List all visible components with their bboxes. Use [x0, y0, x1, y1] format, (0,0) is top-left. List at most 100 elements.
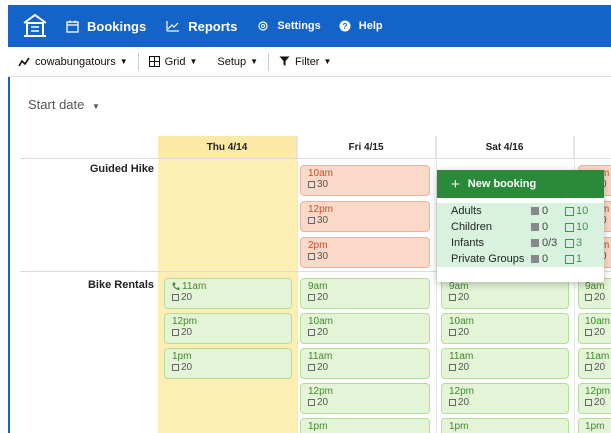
popup-row-infants[interactable]: Infants 0/3 3	[437, 235, 604, 251]
slot-capacity-value: 20	[458, 327, 470, 338]
new-booking-button[interactable]: + New booking	[437, 170, 604, 198]
slot-bike-thu-0[interactable]: 11am 20	[164, 278, 292, 309]
nav-settings[interactable]: Settings	[257, 20, 321, 32]
slot-time: 11am	[308, 351, 333, 362]
slot-bike-sat-0[interactable]: 9am 20	[441, 278, 569, 309]
slot-bike-thu-1[interactable]: 12pm 20	[164, 313, 292, 344]
popup-booked-count: 0	[531, 221, 565, 233]
column-header-fri: Fri 4/15	[297, 136, 436, 158]
setup-label: Setup	[217, 55, 247, 68]
setup-dropdown[interactable]: Setup ▼	[207, 52, 270, 71]
capacity-box-icon	[585, 399, 592, 406]
slot-bike-fri-1[interactable]: 10am 20	[300, 313, 430, 344]
slot-capacity: 20	[308, 362, 422, 373]
popup-row-private-groups[interactable]: Private Groups 0 1	[437, 251, 604, 267]
slot-time: 10am	[585, 316, 611, 327]
slot-capacity-value: 30	[317, 179, 329, 190]
slot-bike-sat-4[interactable]: 1pm	[441, 418, 569, 433]
slot-capacity-value: 20	[594, 327, 606, 338]
popup-booked-value: 0	[542, 205, 549, 217]
row-label-bike-rentals: Bike Rentals	[87, 279, 154, 291]
account-dropdown[interactable]: cowabungatours ▼	[8, 52, 139, 71]
chevron-down-icon: ▼	[92, 102, 100, 111]
slot-bike-sun-1[interactable]: 10am 20	[578, 313, 611, 344]
svg-text:?: ?	[342, 22, 347, 31]
column-divider	[297, 136, 298, 433]
slot-capacity-value: 20	[317, 397, 329, 408]
popup-booked-value: 0	[542, 253, 549, 265]
slot-time: 10am	[449, 316, 475, 327]
slot-hike-fri-0[interactable]: 10am 30	[300, 165, 430, 196]
slot-capacity-value: 30	[317, 215, 329, 226]
capacity-box-icon	[308, 294, 315, 301]
popup-row-label: Children	[451, 221, 492, 233]
capacity-box-icon	[172, 329, 179, 336]
slot-bike-fri-3[interactable]: 12pm 20	[300, 383, 430, 414]
new-booking-popup: + New booking Adults 0 10 Children 0 10 …	[437, 170, 604, 282]
slot-capacity: 20	[172, 327, 284, 338]
chevron-down-icon: ▼	[250, 57, 259, 66]
slot-capacity: 30	[308, 215, 422, 226]
grid-dropdown[interactable]: Grid ▼	[139, 47, 208, 77]
nav-help[interactable]: ? Help	[339, 20, 383, 32]
slot-bike-thu-2[interactable]: 1pm 20	[164, 348, 292, 379]
slot-time-value: 11am	[182, 281, 207, 292]
popup-available-value: 1	[576, 253, 583, 265]
slot-bike-fri-2[interactable]: 11am 20	[300, 348, 430, 379]
filter-icon	[279, 56, 290, 67]
slot-time: 10am	[308, 168, 334, 179]
slot-capacity: 20	[308, 292, 422, 303]
slot-bike-sat-2[interactable]: 11am 20	[441, 348, 569, 379]
trend-icon	[18, 57, 30, 67]
slot-capacity-value: 20	[594, 397, 606, 408]
popup-row-adults[interactable]: Adults 0 10	[437, 203, 604, 219]
gear-icon	[257, 20, 269, 32]
booked-square-icon	[531, 207, 539, 215]
slot-capacity-value: 20	[181, 292, 193, 303]
slot-time: 11am	[585, 351, 610, 362]
app-logo-icon[interactable]	[20, 11, 50, 41]
capacity-box-icon	[308, 329, 315, 336]
popup-row-children[interactable]: Children 0 10	[437, 219, 604, 235]
capacity-box-icon	[449, 329, 456, 336]
available-box-icon	[565, 254, 574, 264]
start-date-dropdown[interactable]: Start date ▼	[28, 97, 100, 112]
popup-booked-count: 0	[531, 253, 565, 265]
slot-bike-sun-3[interactable]: 12pm 20	[578, 383, 611, 414]
grid-label: Grid	[164, 55, 186, 68]
column-header-label: Fri 4/15	[348, 141, 384, 153]
slot-capacity: 20	[172, 362, 284, 373]
header-divider	[20, 158, 611, 159]
popup-body: Adults 0 10 Children 0 10 Infants 0/3 3 …	[437, 198, 604, 267]
slot-time: 10am	[308, 316, 334, 327]
slot-bike-sun-0[interactable]: 9am 20	[578, 278, 611, 309]
filter-dropdown[interactable]: Filter ▼	[269, 47, 341, 77]
popup-available-count: 3	[565, 237, 582, 249]
slot-capacity: 20	[308, 327, 422, 338]
popup-available-value: 10	[576, 205, 589, 217]
slot-bike-sat-3[interactable]: 12pm 20	[441, 383, 569, 414]
slot-bike-sun-2[interactable]: 11am 20	[578, 348, 611, 379]
slot-hike-fri-1[interactable]: 12pm 30	[300, 201, 430, 232]
slot-time: 11am	[449, 351, 474, 362]
nav-reports-label: Reports	[188, 18, 238, 34]
slot-hike-fri-2[interactable]: 2pm 30	[300, 237, 430, 268]
slot-bike-fri-0[interactable]: 9am 20	[300, 278, 430, 309]
nav-reports[interactable]: Reports	[166, 19, 237, 34]
nav-settings-label: Settings	[277, 20, 321, 32]
slot-capacity: 20	[449, 362, 561, 373]
help-icon: ?	[339, 20, 351, 32]
slot-bike-fri-4[interactable]: 1pm	[300, 418, 430, 433]
popup-booked-count: 0/3	[531, 237, 565, 249]
slot-bike-sat-1[interactable]: 10am 20	[441, 313, 569, 344]
slot-capacity: 20	[449, 397, 561, 408]
capacity-box-icon	[585, 294, 592, 301]
slot-capacity: 20	[449, 292, 561, 303]
popup-row-label: Infants	[451, 237, 485, 249]
nav-bookings[interactable]: Bookings	[66, 19, 146, 34]
slot-capacity-value: 20	[458, 362, 470, 373]
slot-bike-sun-4[interactable]: 1pm	[578, 418, 611, 433]
slot-capacity: 20	[585, 292, 610, 303]
available-box-icon	[565, 222, 574, 232]
slot-time: 11am	[172, 281, 284, 292]
